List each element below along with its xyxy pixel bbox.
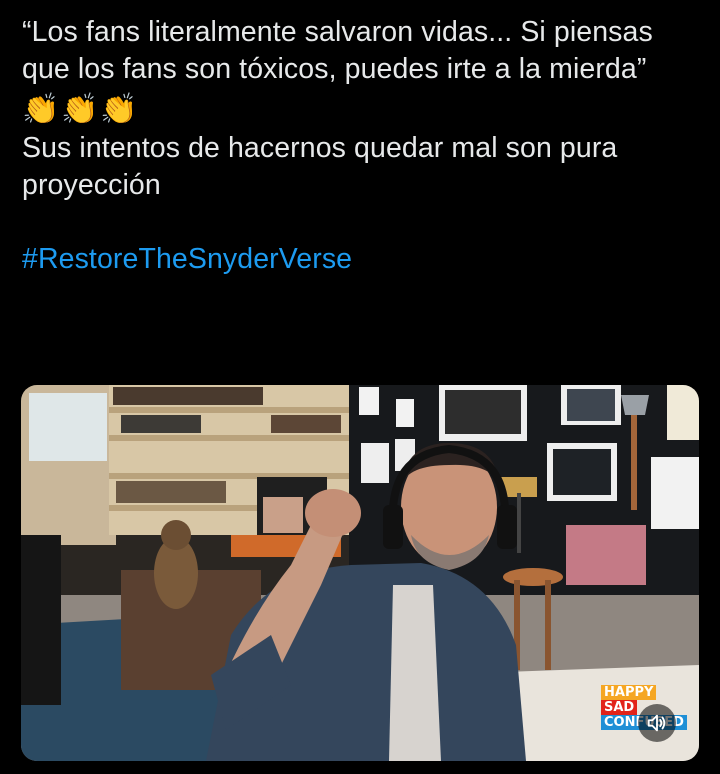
clapping-hands-icon: 👏: [100, 93, 138, 126]
video-player[interactable]: HAPPY SAD CONFUSED: [21, 385, 699, 761]
clapping-hands-icon: 👏: [22, 93, 60, 126]
clap-emoji-row: 👏 👏 👏: [22, 90, 702, 130]
speaker-volume-icon: [647, 714, 666, 732]
tweet-quote-line: “Los fans literalmente salvaron vidas...…: [22, 16, 653, 85]
watermark-line-2: SAD: [601, 700, 638, 715]
tweet-body-line: Sus intentos de hacernos quedar mal son …: [22, 132, 618, 201]
watermark-line-1: HAPPY: [601, 685, 657, 700]
mute-toggle-button[interactable]: [638, 704, 676, 742]
clapping-hands-icon: 👏: [61, 93, 99, 126]
video-frame: [21, 385, 699, 761]
hashtag-link[interactable]: #RestoreTheSnyderVerse: [22, 241, 352, 278]
tweet-text: “Los fans literalmente salvaron vidas...…: [22, 14, 702, 278]
